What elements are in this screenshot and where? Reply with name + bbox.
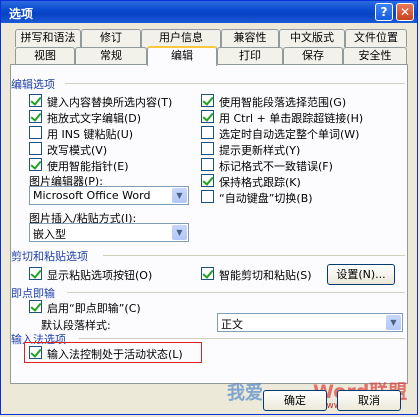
tab-user-info[interactable]: 用户信息 xyxy=(141,29,221,47)
checkbox-box[interactable] xyxy=(201,110,214,123)
title-bar: 选项 ? ✕ xyxy=(1,1,417,23)
options-dialog: 选项 ? ✕ 拼写和语法 修订 用户信息 兼容性 中文版式 文件位置 视图 常规… xyxy=(0,0,418,415)
checkbox-box[interactable] xyxy=(201,267,214,280)
checkbox-box[interactable] xyxy=(201,126,214,139)
checkbox-box[interactable] xyxy=(29,300,42,313)
tab-security[interactable]: 安全性 xyxy=(343,47,407,65)
chevron-down-icon[interactable]: ▼ xyxy=(386,315,401,330)
checkbox-box[interactable] xyxy=(29,158,42,171)
chevron-down-icon[interactable]: ▼ xyxy=(172,225,187,240)
help-button[interactable]: ? xyxy=(375,3,393,21)
edit-options-title: 编辑选项 xyxy=(11,78,55,91)
checkbox-box[interactable] xyxy=(29,346,42,359)
checkbox-box[interactable] xyxy=(201,158,214,171)
tab-asian-typography[interactable]: 中文版式 xyxy=(279,29,345,47)
checkbox-box[interactable] xyxy=(201,94,214,107)
click-type-group: 即点即输 xyxy=(11,285,405,301)
tab-general[interactable]: 常规 xyxy=(75,47,147,65)
cancel-button[interactable]: 取消 xyxy=(337,390,401,411)
tab-compatibility[interactable]: 兼容性 xyxy=(221,29,279,47)
checkbox-box[interactable] xyxy=(29,126,42,139)
checkbox-box[interactable] xyxy=(201,142,214,155)
ok-button[interactable]: 确定 xyxy=(263,390,327,411)
chevron-down-icon[interactable]: ▼ xyxy=(172,188,187,203)
tab-save[interactable]: 保存 xyxy=(283,47,343,65)
cut-paste-group: 剪切和粘贴选项 xyxy=(11,248,405,264)
watermark-text: 我爱 xyxy=(227,383,263,404)
tab-file-locations[interactable]: 文件位置 xyxy=(345,29,407,47)
tab-print[interactable]: 打印 xyxy=(217,47,283,65)
tab-view[interactable]: 视图 xyxy=(15,47,75,65)
checkbox-box[interactable] xyxy=(29,110,42,123)
tab-spelling-grammar[interactable]: 拼写和语法 xyxy=(15,29,81,47)
edit-options-group: 编辑选项 xyxy=(11,76,405,92)
tab-edit[interactable]: 编辑 xyxy=(147,46,217,66)
checkbox-box[interactable] xyxy=(201,174,214,187)
checkbox-box[interactable] xyxy=(29,142,42,155)
cut-paste-title: 剪切和粘贴选项 xyxy=(11,250,88,263)
settings-button[interactable]: 设置(N)... xyxy=(327,264,395,285)
default-style-select[interactable]: 正文 ▼ xyxy=(217,313,403,332)
dialog-title: 选项 xyxy=(9,7,34,21)
checkbox-box[interactable] xyxy=(29,267,42,280)
picture-editor-select[interactable]: Microsoft Office Word ▼ xyxy=(29,186,189,205)
click-type-title: 即点即输 xyxy=(11,287,55,300)
insert-paste-select[interactable]: 嵌入型 ▼ xyxy=(29,223,189,242)
tab-track-changes[interactable]: 修订 xyxy=(81,29,141,47)
checkbox-box[interactable] xyxy=(201,190,214,203)
checkbox-box[interactable] xyxy=(29,94,42,107)
close-button[interactable]: ✕ xyxy=(396,3,414,21)
